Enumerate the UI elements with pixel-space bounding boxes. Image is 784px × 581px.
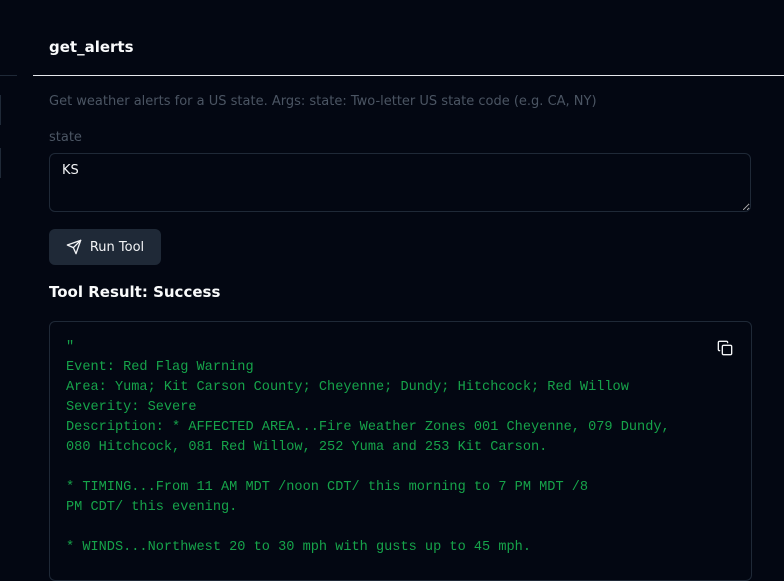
sidebar-divider (0, 75, 17, 76)
sidebar-edge (0, 148, 1, 178)
state-label: state (49, 130, 82, 145)
run-tool-label: Run Tool (89, 239, 145, 255)
run-tool-button[interactable]: Run Tool (49, 229, 161, 265)
title-divider (33, 75, 784, 76)
send-icon (66, 239, 82, 255)
result-text: " Event: Red Flag Warning Area: Yuma; Ki… (66, 340, 670, 555)
result-heading: Tool Result: Success (49, 283, 221, 301)
sidebar-edge (0, 95, 1, 125)
state-input[interactable] (49, 153, 751, 212)
result-panel: " Event: Red Flag Warning Area: Yuma; Ki… (49, 321, 752, 581)
tool-description: Get weather alerts for a US state. Args:… (49, 94, 597, 109)
copy-icon[interactable] (717, 340, 733, 356)
tool-title: get_alerts (49, 38, 134, 56)
